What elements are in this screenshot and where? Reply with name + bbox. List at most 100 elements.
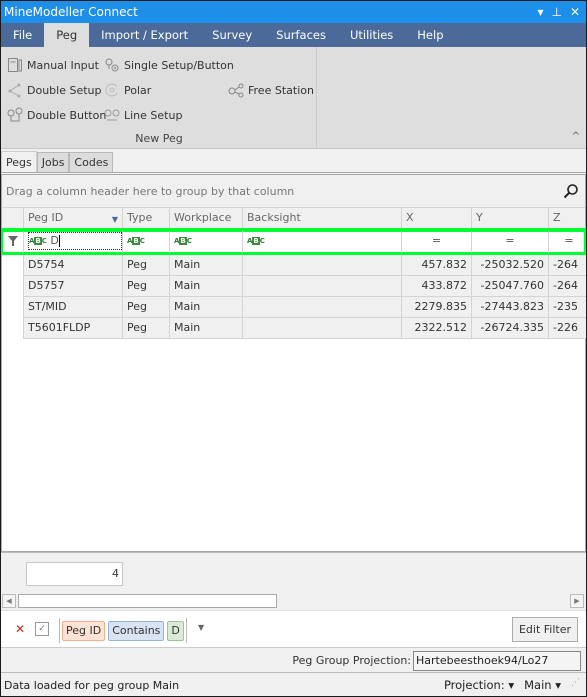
line-setup-button[interactable]: Line Setup [104,105,182,125]
polar-icon [104,82,120,98]
table-row[interactable]: T5601FLDP Peg Main 2322.512 -26724.335 -… [2,318,586,339]
search-icon[interactable] [563,183,579,199]
tab-jobs[interactable]: Jobs [36,152,70,172]
tab-pegs[interactable]: Pegs [1,151,37,172]
filter-field-chip[interactable]: Peg ID [62,620,106,641]
horizontal-scrollbar[interactable]: ◀ ▶ [1,593,586,609]
peg-id-filter-value: D [50,234,59,247]
row-count-summary: 4 [26,562,123,586]
filter-cell-peg-id[interactable]: ABC D [24,231,123,253]
contains-operator-icon[interactable]: ABC [127,231,145,251]
double-setup-button[interactable]: Double Setup [7,80,102,100]
column-header-type[interactable]: Type [123,208,170,228]
double-setup-icon [7,82,23,98]
column-header-row: Peg ID ▼ Type Workplace Backsight X Y Z [2,208,585,229]
column-header-workplace[interactable]: Workplace [170,208,243,228]
menu-tab-help[interactable]: Help [405,23,455,47]
column-header-label: Peg ID [28,211,64,224]
cell-backsight [243,297,402,318]
peg-group-projection-field[interactable]: Hartebeesthoek94/Lo27 [413,651,581,671]
peg-id-filter-input[interactable]: ABC D [28,232,122,250]
clear-filter-icon[interactable]: ✕ [15,622,25,636]
projection-dropdown[interactable]: Projection: ▾ [444,678,514,692]
cell-x: 457.832 [402,255,472,276]
tab-codes[interactable]: Codes [69,152,114,172]
cell-peg-id: D5757 [24,276,123,297]
menu-tab-surfaces[interactable]: Surfaces [264,23,338,47]
cell-z: -264 [549,255,586,276]
menu-tab-peg[interactable]: Peg [44,23,90,47]
filter-operator-chip[interactable]: Contains [108,620,165,641]
filter-value-chip[interactable]: D [167,620,184,641]
contains-operator-icon[interactable]: ABC [247,231,265,251]
column-header-z[interactable]: Z [549,208,586,228]
manual-input-button[interactable]: Manual Input [7,55,99,75]
filter-active-icon[interactable]: ▼ [112,210,118,228]
table-row[interactable]: ST/MID Peg Main 2279.835 -27443.823 -235 [2,297,586,318]
collapse-ribbon-icon[interactable]: ^ [572,131,580,142]
scroll-right-icon[interactable]: ▶ [570,594,584,608]
status-bar: Data loaded for peg group Main Projectio… [1,674,586,696]
column-header-y[interactable]: Y [472,208,549,228]
column-header-peg-id[interactable]: Peg ID ▼ [24,208,123,228]
cell-workplace: Main [170,297,243,318]
double-button-button[interactable]: Double Button [7,105,106,125]
free-station-label: Free Station [248,83,314,97]
scrollbar-thumb[interactable] [18,594,277,608]
edit-filter-button[interactable]: Edit Filter [511,617,578,642]
cell-type: Peg [123,255,170,276]
cell-backsight [243,276,402,297]
peg-group-dropdown[interactable]: Main ▾ [524,678,561,692]
resize-grip-icon[interactable]: ⋰ [571,678,580,692]
filter-cell-workplace[interactable]: ABC [170,231,243,253]
group-panel-hint: Drag a column header here to group by th… [6,184,295,198]
table-row[interactable]: D5757 Peg Main 433.872 -25047.760 -264 [2,276,586,297]
filter-mru-dropdown-icon[interactable]: ▼ [198,623,204,632]
grid-rows: D5754 Peg Main 457.832 -25032.520 -264 D… [2,255,586,339]
cell-type: Peg [123,276,170,297]
menu-tab-file[interactable]: File [1,23,44,47]
cell-workplace: Main [170,276,243,297]
line-setup-label: Line Setup [124,108,183,122]
single-setup-label: Single Setup/Button [124,58,234,72]
double-button-icon [7,107,23,123]
cell-z: -264 [549,276,586,297]
title-bar: MineModeller Connect ▾ ⊥ ✕ [1,1,586,23]
column-header-x[interactable]: X [402,208,472,228]
cell-peg-id: D5754 [24,255,123,276]
column-header-backsight[interactable]: Backsight [243,208,402,228]
text-caret [58,235,60,247]
pin-icon[interactable]: ⊥ [551,5,561,19]
double-setup-label: Double Setup [27,83,102,97]
polar-button[interactable]: Polar [104,80,151,100]
filter-cell-x[interactable]: = [402,231,472,253]
close-icon[interactable]: ✕ [570,5,580,19]
filter-cell-y[interactable]: = [472,231,549,253]
window-menu-dropdown-icon[interactable]: ▾ [537,5,543,19]
group-panel[interactable]: Drag a column header here to group by th… [2,175,585,208]
contains-operator-icon[interactable]: ABC [174,231,192,251]
menu-tab-survey[interactable]: Survey [200,23,264,47]
pegs-grid: Drag a column header here to group by th… [1,174,586,552]
row-indicator[interactable] [2,318,24,339]
filter-cell-backsight[interactable]: ABC [243,231,402,253]
auto-filter-row: ABC D ABC ABC ABC = = = [1,228,586,256]
single-setup-button[interactable]: Single Setup/Button [104,55,234,75]
free-station-button[interactable]: Free Station [228,80,314,100]
row-indicator[interactable] [2,297,24,318]
enable-filter-checkbox[interactable]: ✓ [35,622,49,636]
line-setup-icon [104,107,120,123]
scroll-left-icon[interactable]: ◀ [2,594,16,608]
menu-tab-import-export[interactable]: Import / Export [89,23,200,47]
table-row[interactable]: D5754 Peg Main 457.832 -25032.520 -264 [2,255,586,276]
projection-row: Peg Group Projection: Hartebeesthoek94/L… [1,649,586,673]
row-indicator[interactable] [2,255,24,276]
filter-cell-type[interactable]: ABC [123,231,170,253]
ribbon: Manual Input Single Setup/Button Double … [1,47,586,149]
manual-input-label: Manual Input [27,58,99,72]
row-indicator[interactable] [2,276,24,297]
menu-tab-utilities[interactable]: Utilities [338,23,405,47]
filter-panel: ✕ ✓ Peg ID Contains D ▼ Edit Filter [1,610,586,648]
contains-operator-icon[interactable]: ABC [29,233,47,249]
filter-cell-z[interactable]: = [549,231,586,253]
